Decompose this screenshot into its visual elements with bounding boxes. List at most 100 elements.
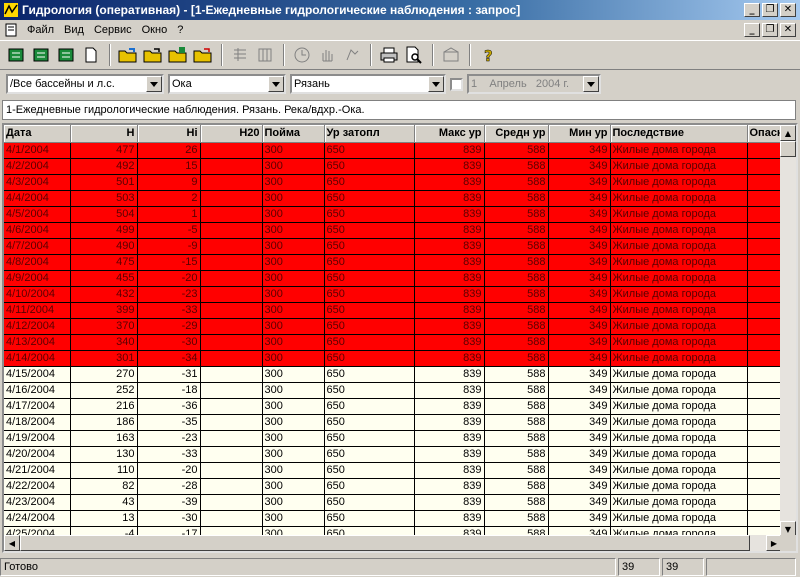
cell-flood-level[interactable]: 650 <box>324 334 415 351</box>
cell-min[interactable]: 349 <box>548 238 611 255</box>
cell-effect[interactable]: Жилые дома города <box>610 414 748 431</box>
chevron-down-icon[interactable] <box>146 76 162 92</box>
cell-min[interactable]: 349 <box>548 190 611 207</box>
cell-effect[interactable]: Жилые дома города <box>610 350 748 367</box>
table-row[interactable]: 4/10/2004 432 -23 300 650 839 588 349 Жилые дома… <box>4 286 782 303</box>
cell-h20[interactable] <box>200 286 263 303</box>
cell-effect[interactable]: Жилые дома города <box>610 398 748 415</box>
cell-danger[interactable] <box>747 254 782 271</box>
table-row[interactable]: 4/16/2004 252 -18 300 650 839 588 349 Жилые дома… <box>4 382 782 399</box>
cell-danger[interactable] <box>747 318 782 335</box>
cell-avg[interactable]: 588 <box>484 398 549 415</box>
cell-flood-level[interactable]: 650 <box>324 254 415 271</box>
chevron-down-icon[interactable] <box>268 76 284 92</box>
cell-date[interactable]: 4/10/2004 <box>4 286 71 303</box>
cell-h[interactable]: 216 <box>70 398 138 415</box>
cell-h[interactable]: 370 <box>70 318 138 335</box>
cell-hi[interactable]: -34 <box>137 350 201 367</box>
cell-flood-level[interactable]: 650 <box>324 446 415 463</box>
cell-danger[interactable] <box>747 190 782 207</box>
new-document-icon[interactable] <box>79 43 103 67</box>
cell-max[interactable]: 839 <box>414 318 485 335</box>
cell-flood-level[interactable]: 650 <box>324 430 415 447</box>
table-row[interactable]: 4/2/2004 492 15 300 650 839 588 349 Жилые дома г… <box>4 158 782 175</box>
date-select[interactable]: 1 Апрель 2004 г. <box>467 74 601 94</box>
cell-danger[interactable] <box>747 510 782 527</box>
clock-icon[interactable] <box>290 43 314 67</box>
mail-icon[interactable] <box>439 43 463 67</box>
cell-avg[interactable]: 588 <box>484 174 549 191</box>
cell-flood-level[interactable]: 650 <box>324 142 415 159</box>
table-row[interactable]: 4/5/2004 504 1 300 650 839 588 349 Жилые дома го… <box>4 206 782 223</box>
title-bar[interactable]: Гидрология (оперативная) - [1-Ежедневные… <box>0 0 800 20</box>
doc-minimize-button[interactable]: _ <box>744 23 760 37</box>
cell-danger[interactable] <box>747 270 782 287</box>
cell-h[interactable]: 110 <box>70 462 138 479</box>
table-row[interactable]: 4/18/2004 186 -35 300 650 839 588 349 Жилые дома… <box>4 414 782 431</box>
document-icon[interactable] <box>4 23 18 37</box>
cell-h[interactable]: 82 <box>70 478 138 495</box>
cell-h[interactable]: 504 <box>70 206 138 223</box>
cell-date[interactable]: 4/19/2004 <box>4 430 71 447</box>
cell-h20[interactable] <box>200 174 263 191</box>
cell-hi[interactable]: -30 <box>137 334 201 351</box>
cell-min[interactable]: 349 <box>548 174 611 191</box>
cell-avg[interactable]: 588 <box>484 382 549 399</box>
cell-floodplain[interactable]: 300 <box>262 494 325 511</box>
cell-danger[interactable] <box>747 494 782 511</box>
cell-date[interactable]: 4/2/2004 <box>4 158 71 175</box>
cell-floodplain[interactable]: 300 <box>262 142 325 159</box>
cell-effect[interactable]: Жилые дома города <box>610 334 748 351</box>
cell-max[interactable]: 839 <box>414 286 485 303</box>
cell-floodplain[interactable]: 300 <box>262 510 325 527</box>
cell-floodplain[interactable]: 300 <box>262 430 325 447</box>
cell-danger[interactable] <box>747 302 782 319</box>
cell-min[interactable]: 349 <box>548 302 611 319</box>
cell-hi[interactable]: -35 <box>137 414 201 431</box>
cell-h20[interactable] <box>200 158 263 175</box>
cell-h[interactable]: 43 <box>70 494 138 511</box>
date-checkbox[interactable] <box>450 77 463 91</box>
cell-avg[interactable]: 588 <box>484 254 549 271</box>
cell-floodplain[interactable]: 300 <box>262 238 325 255</box>
cell-date[interactable]: 4/14/2004 <box>4 350 71 367</box>
cell-date[interactable]: 4/5/2004 <box>4 206 71 223</box>
cell-effect[interactable]: Жилые дома города <box>610 158 748 175</box>
cell-hi[interactable]: -9 <box>137 238 201 255</box>
scroll-up-icon[interactable]: ▲ <box>780 125 796 141</box>
table-row[interactable]: 4/19/2004 163 -23 300 650 839 588 349 Жилые дома… <box>4 430 782 447</box>
cell-danger[interactable] <box>747 350 782 367</box>
cell-hi[interactable]: 26 <box>137 142 201 159</box>
cell-max[interactable]: 839 <box>414 478 485 495</box>
hand-icon[interactable] <box>315 43 339 67</box>
cell-min[interactable]: 349 <box>548 430 611 447</box>
cell-h20[interactable] <box>200 462 263 479</box>
river-select[interactable]: Ока <box>168 74 286 94</box>
cell-h20[interactable] <box>200 478 263 495</box>
cell-min[interactable]: 349 <box>548 366 611 383</box>
cell-min[interactable]: 349 <box>548 494 611 511</box>
cell-avg[interactable]: 588 <box>484 318 549 335</box>
cell-max[interactable]: 839 <box>414 334 485 351</box>
table-row[interactable]: 4/7/2004 490 -9 300 650 839 588 349 Жилые дома г… <box>4 238 782 255</box>
cell-hi[interactable]: 2 <box>137 190 201 207</box>
cell-flood-level[interactable]: 650 <box>324 190 415 207</box>
cell-date[interactable]: 4/3/2004 <box>4 174 71 191</box>
cell-date[interactable]: 4/13/2004 <box>4 334 71 351</box>
open-folder-icon[interactable] <box>116 43 140 67</box>
cell-flood-level[interactable]: 650 <box>324 414 415 431</box>
cell-danger[interactable] <box>747 238 782 255</box>
cell-avg[interactable]: 588 <box>484 366 549 383</box>
cell-h[interactable]: 301 <box>70 350 138 367</box>
table-row[interactable]: 4/12/2004 370 -29 300 650 839 588 349 Жилые дома… <box>4 318 782 335</box>
cell-max[interactable]: 839 <box>414 414 485 431</box>
cell-h20[interactable] <box>200 254 263 271</box>
cell-effect[interactable]: Жилые дома города <box>610 318 748 335</box>
cell-effect[interactable]: Жилые дома города <box>610 174 748 191</box>
table-row[interactable]: 4/17/2004 216 -36 300 650 839 588 349 Жилые дома… <box>4 398 782 415</box>
cell-min[interactable]: 349 <box>548 334 611 351</box>
grid-icon[interactable] <box>228 43 252 67</box>
cell-h[interactable]: 270 <box>70 366 138 383</box>
cell-h20[interactable] <box>200 350 263 367</box>
hand-icon[interactable] <box>340 43 364 67</box>
